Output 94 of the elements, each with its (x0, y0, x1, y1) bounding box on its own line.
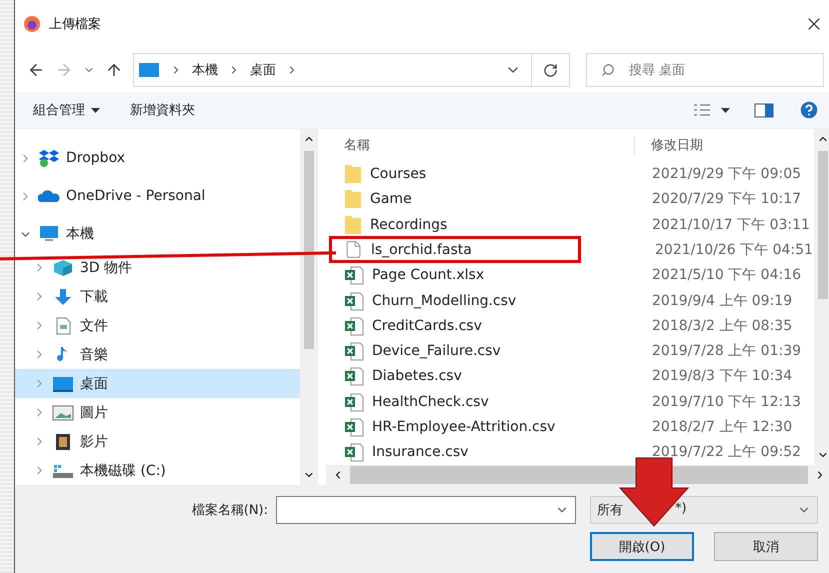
spreadsheet-icon (344, 316, 364, 336)
folder-icon (344, 214, 362, 235)
cube-icon (52, 258, 74, 276)
caret-icon (91, 108, 100, 112)
breadcrumb[interactable]: 桌面 (250, 61, 276, 79)
modified-date: 2021/5/10 下午 04:16 (651, 266, 802, 284)
refresh-icon (543, 62, 558, 78)
filename-field[interactable] (276, 496, 576, 524)
folder-tree-item[interactable]: 影片 (15, 427, 300, 456)
file-name: Churn_Modelling.csv (372, 292, 516, 309)
file-name: HR-Employee-Attrition.csv (372, 419, 556, 436)
preview-pane-icon (754, 102, 774, 118)
file-name: Courses (370, 166, 426, 182)
file-row[interactable]: ls_orchid.fasta 2021/10/26 下午 04:51 (326, 237, 814, 263)
spreadsheet-icon (344, 265, 364, 286)
window-title: 上傳檔案 (49, 16, 102, 33)
file-name: Game (370, 191, 412, 208)
modified-date: 2018/3/2 上午 08:35 (651, 316, 792, 335)
modified-date: 2019/7/10 下午 12:13 (651, 392, 802, 411)
folder-tree-item[interactable]: 本機 (15, 215, 300, 253)
spreadsheet-icon (344, 417, 364, 438)
modified-date: 2019/9/4 上午 09:19 (651, 292, 792, 310)
file-row[interactable]: HealthCheck.csv 2019/7/10 下午 12:13 (326, 389, 814, 414)
list-view-icon (693, 103, 711, 117)
file-name: Recordings (370, 216, 448, 233)
file-row[interactable]: HR-Employee-Attrition.csv 2018/2/7 上午 12:30 (326, 414, 814, 440)
folder-icon (344, 164, 362, 184)
spreadsheet-icon (344, 442, 364, 462)
file-row[interactable]: Page Count.xlsx 2021/5/10 下午 04:16 (326, 262, 814, 288)
preview-pane-button[interactable] (754, 102, 774, 118)
scrollbar[interactable] (300, 129, 318, 485)
caret-icon (721, 108, 730, 112)
modified-date: 2020/7/29 下午 10:17 (651, 190, 802, 208)
spreadsheet-icon (344, 341, 364, 362)
file-name: Page Count.xlsx (372, 267, 484, 284)
modified-date: 2021/10/26 下午 04:51 (654, 240, 813, 259)
browser-logo-icon (23, 15, 41, 33)
breadcrumb[interactable]: 本機 (192, 61, 218, 79)
folder-tree-item[interactable]: 本機磁碟 (C:) (15, 456, 300, 485)
file-name: Diabetes.csv (372, 368, 462, 384)
folder-tree-item[interactable]: 音樂 (15, 340, 300, 369)
scrollbar[interactable] (814, 129, 829, 465)
desktop-icon (138, 62, 160, 78)
file-name: ls_orchid.fasta (371, 242, 472, 258)
file-name: Device_Failure.csv (372, 343, 501, 360)
file-name: CreditCards.csv (372, 318, 482, 334)
modified-date: 2018/2/7 上午 12:30 (651, 418, 792, 436)
file-row[interactable]: Churn_Modelling.csv 2019/9/4 上午 09:19 (326, 288, 814, 314)
spreadsheet-icon (344, 392, 364, 412)
folder-tree-item[interactable]: 桌面 (15, 369, 300, 398)
organize-menu[interactable]: 組合管理 (33, 101, 100, 119)
modified-date: 2019/7/28 上午 01:39 (651, 342, 802, 360)
file-row[interactable]: Game 2020/7/29 下午 10:17 (326, 186, 814, 212)
file-row[interactable]: Insurance.csv 2019/7/22 上午 09:52 (326, 440, 814, 465)
help-icon (798, 99, 820, 121)
modified-date: 2021/9/29 下午 09:05 (651, 165, 802, 184)
file-row[interactable]: Courses 2021/9/29 下午 09:05 (326, 161, 814, 187)
image-icon (52, 404, 74, 422)
file-row[interactable]: Recordings 2021/10/17 下午 03:11 (326, 212, 814, 238)
up-button[interactable] (105, 61, 123, 79)
open-button[interactable]: 開啟(O) (590, 532, 694, 561)
modified-date: 2021/10/17 下午 03:11 (651, 216, 810, 234)
new-folder-button[interactable]: 新增資料夾 (130, 101, 195, 119)
folder-tree-item[interactable]: 圖片 (15, 398, 300, 427)
file-icon (344, 240, 363, 260)
modified-date: 2019/8/3 下午 10:34 (651, 367, 792, 386)
spreadsheet-icon (344, 366, 364, 386)
folder-icon (344, 189, 362, 210)
column-header[interactable]: 名稱 (326, 136, 634, 154)
folder-tree-item[interactable]: 3D 物件 (15, 253, 300, 282)
file-name: Insurance.csv (372, 444, 468, 460)
file-name: HealthCheck.csv (372, 394, 489, 410)
folder-tree-item[interactable]: 下載 (15, 282, 300, 311)
address-bar[interactable]: 本機 桌面 (133, 53, 570, 87)
back-button[interactable] (27, 61, 45, 79)
view-options-button[interactable] (693, 103, 730, 117)
file-row[interactable]: Device_Failure.csv 2019/7/28 上午 01:39 (326, 338, 814, 364)
search-icon (601, 63, 615, 77)
filename-label: 檔案名稱(N): (192, 502, 268, 519)
desktop-icon (52, 374, 74, 392)
cancel-button[interactable]: 取消 (714, 532, 818, 561)
computer-icon (38, 225, 60, 243)
modified-date: 2019/7/22 上午 09:52 (651, 443, 802, 462)
dropbox-icon (38, 149, 60, 167)
help-button[interactable] (798, 99, 820, 121)
folder-tree-item[interactable]: OneDrive - Personal (15, 177, 300, 215)
folder-tree-item[interactable]: Dropbox (15, 139, 300, 177)
file-row[interactable]: Diabetes.csv 2019/8/3 下午 10:34 (326, 364, 814, 390)
spreadsheet-icon (344, 290, 364, 311)
folder-tree-item[interactable]: 文件 (15, 311, 300, 340)
horizontal-scrollbar[interactable] (326, 465, 829, 485)
file-row[interactable]: CreditCards.csv 2018/3/2 上午 08:35 (326, 313, 814, 339)
search-field[interactable]: 搜尋 桌面 (586, 53, 824, 87)
forward-arrow-icon (55, 61, 73, 79)
